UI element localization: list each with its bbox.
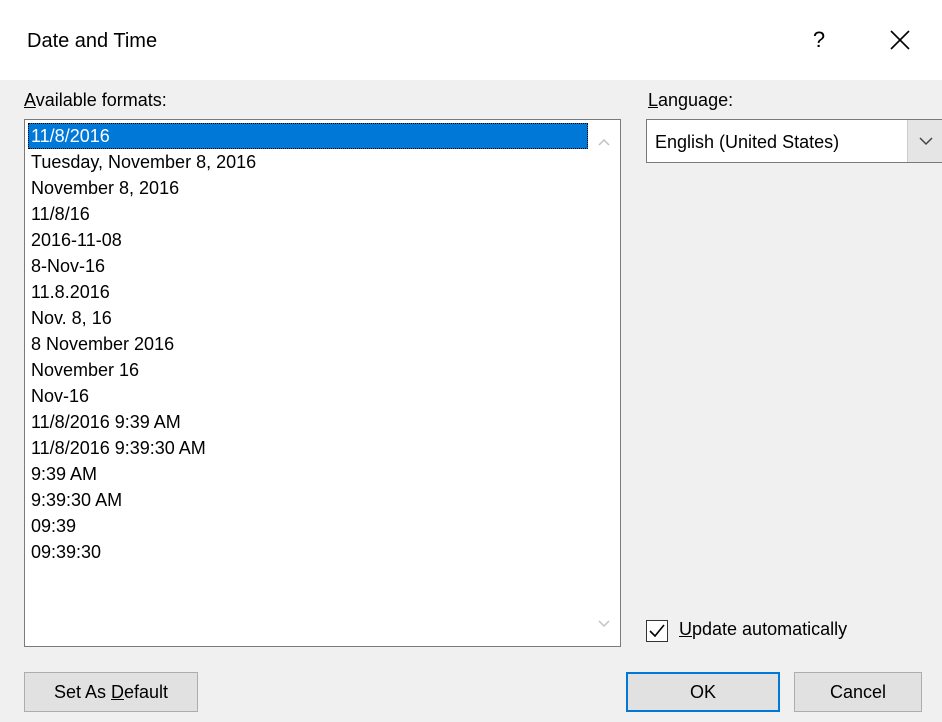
- language-dropdown[interactable]: English (United States): [646, 119, 942, 163]
- format-list-item[interactable]: 8-Nov-16: [28, 253, 588, 279]
- help-button[interactable]: ?: [805, 22, 833, 58]
- date-and-time-dialog: Date and Time ? Available formats: 11/8/…: [0, 0, 942, 722]
- language-dropdown-button[interactable]: [907, 120, 942, 162]
- close-icon: [890, 30, 910, 50]
- chevron-down-icon: [919, 137, 933, 146]
- format-list-item[interactable]: Nov-16: [28, 383, 588, 409]
- format-list-item[interactable]: 9:39:30 AM: [28, 487, 588, 513]
- format-list-item[interactable]: 11/8/16: [28, 201, 588, 227]
- scroll-down-button[interactable]: [589, 609, 619, 639]
- available-formats-label: Available formats:: [24, 90, 167, 111]
- set-as-default-button[interactable]: Set As Default: [24, 672, 198, 712]
- update-automatically-checkbox[interactable]: [646, 620, 668, 642]
- update-automatically-label[interactable]: Update automatically: [679, 619, 847, 640]
- format-list-item[interactable]: 9:39 AM: [28, 461, 588, 487]
- format-list-item[interactable]: 11/8/2016 9:39:30 AM: [28, 435, 588, 461]
- format-list-item[interactable]: 09:39:30: [28, 539, 588, 565]
- scroll-up-button[interactable]: [589, 127, 619, 157]
- chevron-down-icon: [598, 620, 610, 628]
- cancel-button[interactable]: Cancel: [794, 672, 922, 712]
- format-list-item[interactable]: November 8, 2016: [28, 175, 588, 201]
- format-list-item[interactable]: 2016-11-08: [28, 227, 588, 253]
- language-label: Language:: [648, 90, 733, 111]
- title-bar: Date and Time ?: [0, 0, 942, 80]
- format-list-item[interactable]: Nov. 8, 16: [28, 305, 588, 331]
- language-label-accel: L: [648, 90, 659, 110]
- chevron-up-icon: [598, 138, 610, 146]
- format-list-item[interactable]: 11.8.2016: [28, 279, 588, 305]
- format-list-item[interactable]: 8 November 2016: [28, 331, 588, 357]
- set-default-rest: efault: [124, 682, 169, 702]
- format-list-item[interactable]: 11/8/2016 9:39 AM: [28, 409, 588, 435]
- set-default-accel: D: [111, 682, 124, 702]
- dialog-title: Date and Time: [27, 30, 158, 52]
- language-label-text: anguage:: [658, 90, 734, 110]
- vertical-scrollbar[interactable]: [589, 121, 619, 645]
- format-list-item[interactable]: 09:39: [28, 513, 588, 539]
- language-value: English (United States): [655, 132, 840, 152]
- format-list-item[interactable]: 11/8/2016: [28, 123, 588, 149]
- update-automatically-text: pdate automatically: [692, 619, 848, 639]
- format-list: 11/8/2016 Tuesday, November 8, 2016 Novemb…: [28, 123, 588, 565]
- available-formats-label-text: vailable formats:: [35, 90, 167, 110]
- close-button[interactable]: [880, 22, 920, 58]
- available-formats-label-accel: A: [24, 90, 36, 110]
- checkmark-icon: [649, 624, 665, 638]
- available-formats-listbox[interactable]: 11/8/2016 Tuesday, November 8, 2016 Novemb…: [24, 119, 621, 647]
- update-automatically-accel: U: [679, 619, 692, 639]
- set-default-prefix: Set As: [53, 682, 111, 702]
- format-list-item[interactable]: Tuesday, November 8, 2016: [28, 149, 588, 175]
- format-list-item[interactable]: November 16: [28, 357, 588, 383]
- ok-button[interactable]: OK: [626, 672, 780, 712]
